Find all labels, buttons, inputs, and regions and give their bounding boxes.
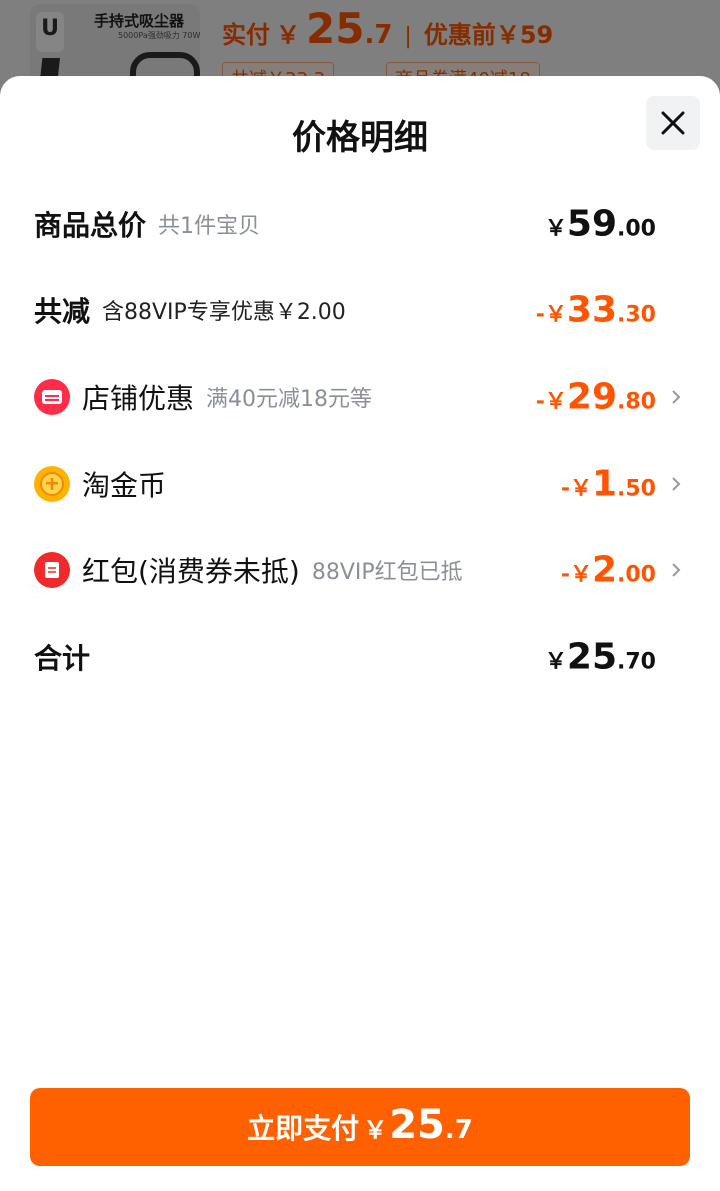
amount-int: 1 <box>591 463 618 505</box>
red-packet-note: 88VIP红包已抵 <box>311 560 463 585</box>
amount-dec: .00 <box>617 562 656 588</box>
pay-yen: ￥ <box>363 1116 388 1144</box>
amount-int: 33 <box>566 289 618 331</box>
chevron-right-icon <box>672 477 681 491</box>
red-packet-label: 红包(消费券未抵) <box>82 555 300 588</box>
coin-amount: -￥ 1 .50 <box>561 464 656 505</box>
pay-now-button[interactable]: 立即支付 ￥ 25 .7 <box>30 1088 690 1166</box>
total-discount-label: 共减 <box>34 295 91 328</box>
coin-icon <box>34 466 70 502</box>
shop-discount-amount: -￥ 29 .80 <box>536 377 656 418</box>
red-packet-icon <box>34 552 70 588</box>
shop-discount-note: 满40元减18元等 <box>206 387 373 412</box>
shop-discount-label: 店铺优惠 <box>82 382 195 415</box>
pay-dec: .7 <box>444 1115 473 1145</box>
coin-row[interactable]: 淘金币 -￥ 1 .50 <box>34 454 684 514</box>
total-price-label: 商品总价 <box>34 209 147 242</box>
amount-dec: .30 <box>617 302 656 328</box>
amount-yen: -￥ <box>560 562 592 588</box>
vip-discount-note: 含88VIP专享优惠￥2.00 <box>102 300 346 325</box>
amount-dec: .70 <box>617 649 656 675</box>
sum-label: 合计 <box>34 642 91 675</box>
sum-amount: ￥ 25 .70 <box>545 637 656 678</box>
amount-dec: .50 <box>617 476 656 502</box>
total-price-row: 商品总价 共1件宝贝 ￥ 59 .00 <box>34 194 684 254</box>
red-packet-amount: -￥ 2 .00 <box>561 550 656 591</box>
close-button[interactable] <box>646 96 700 150</box>
amount-yen: -￥ <box>535 389 567 415</box>
red-packet-row[interactable]: 红包(消费券未抵) 88VIP红包已抵 -￥ 2 .00 <box>34 540 684 600</box>
amount-int: 29 <box>566 376 618 418</box>
close-icon <box>661 111 685 135</box>
shop-coupon-icon <box>34 379 70 415</box>
coin-label: 淘金币 <box>82 469 167 502</box>
amount-yen: -￥ <box>560 476 592 502</box>
total-price-amount: ￥ 59 .00 <box>545 204 656 245</box>
amount-int: 25 <box>566 636 618 678</box>
chevron-right-icon <box>672 390 681 404</box>
pay-now-label: 立即支付 <box>247 1112 360 1145</box>
amount-yen: ￥ <box>544 649 567 675</box>
sheet-title: 价格明细 <box>292 118 428 158</box>
amount-yen: ￥ <box>544 216 567 242</box>
chevron-right-icon <box>672 563 681 577</box>
total-discount-amount: -￥ 33 .30 <box>536 290 656 331</box>
shop-discount-row[interactable]: 店铺优惠 满40元减18元等 -￥ 29 .80 <box>34 367 684 427</box>
amount-dec: .00 <box>617 216 656 242</box>
amount-dec: .80 <box>617 389 656 415</box>
pay-int: 25 <box>389 1102 445 1148</box>
amount-int: 59 <box>566 203 618 245</box>
price-detail-sheet: 价格明细 商品总价 共1件宝贝 ￥ 59 .00 共减 含88VIP专享优惠￥2… <box>0 76 720 1191</box>
total-discount-row: 共减 含88VIP专享优惠￥2.00 -￥ 33 .30 <box>34 280 684 340</box>
amount-int: 2 <box>591 549 618 591</box>
amount-yen: -￥ <box>535 302 567 328</box>
item-count: 共1件宝贝 <box>158 214 261 239</box>
sum-row: 合计 ￥ 25 .70 <box>34 627 684 687</box>
